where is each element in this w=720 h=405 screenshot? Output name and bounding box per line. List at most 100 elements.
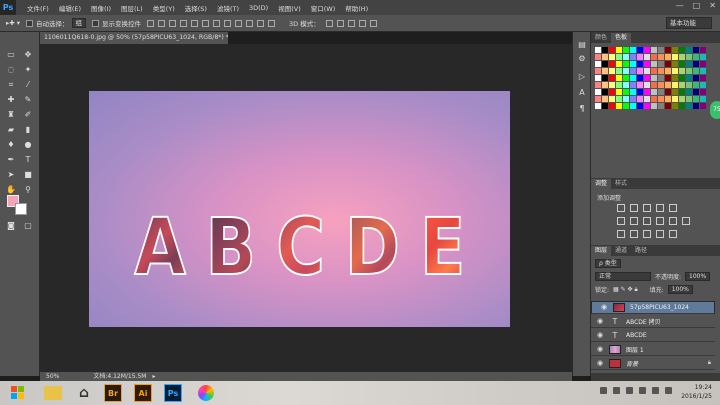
swatch[interactable] [679,82,685,88]
swatch[interactable] [665,47,671,53]
swatch[interactable] [609,75,615,81]
gradient-map-icon[interactable] [669,230,677,238]
screen-mode-icon[interactable]: ▢ [22,220,34,231]
properties-panel-icon[interactable]: ⚙ [577,54,587,64]
swatch[interactable] [686,89,692,95]
swatch[interactable] [630,103,636,109]
swatch[interactable] [644,103,650,109]
swatch[interactable] [602,82,608,88]
floating-badge[interactable]: 75 [710,101,720,119]
selective-color-icon[interactable] [656,230,664,238]
photo-filter-icon[interactable] [656,217,664,225]
swatch[interactable] [602,47,608,53]
swatch[interactable] [693,82,699,88]
swatch[interactable] [609,54,615,60]
menu-image[interactable]: 图像(I) [86,3,116,13]
swatch[interactable] [616,47,622,53]
swatch[interactable] [602,75,608,81]
distribute-bottom-icon[interactable] [235,19,243,27]
actions-panel-icon[interactable]: ▷ [577,72,587,82]
brightness-icon[interactable] [617,204,625,212]
swatch[interactable] [686,82,692,88]
swatch[interactable] [637,89,643,95]
fill-field[interactable]: 100% [667,285,693,294]
tab-adjustments[interactable]: 调整 [591,179,612,189]
swatch[interactable] [686,75,692,81]
swatch[interactable] [595,54,601,60]
swatch[interactable] [672,103,678,109]
workspace-select[interactable]: 基本功能 [666,17,712,29]
swatch[interactable] [609,47,615,53]
swatch[interactable] [616,75,622,81]
align-middle-icon[interactable] [158,19,166,27]
tab-channels[interactable]: 通道 [611,246,631,256]
swatch[interactable] [665,103,671,109]
swatch[interactable] [693,103,699,109]
swatch[interactable] [693,68,699,74]
home-icon[interactable]: ⌂ [72,382,96,404]
swatch[interactable] [658,54,664,60]
gradient-tool-icon[interactable]: ▮ [22,124,34,135]
swatch[interactable] [602,61,608,67]
tray-icon[interactable] [626,387,633,394]
dodge-tool-icon[interactable]: ● [22,139,34,150]
start-button[interactable] [6,382,30,404]
swatch[interactable] [651,96,657,102]
swatch[interactable] [595,61,601,67]
swatch[interactable] [623,89,629,95]
swatch[interactable] [665,89,671,95]
swatch[interactable] [665,75,671,81]
swatch[interactable] [686,61,692,67]
healing-brush-tool-icon[interactable]: ✚ [5,94,17,105]
swatch[interactable] [644,68,650,74]
channel-mixer-icon[interactable] [669,217,677,225]
menu-filter[interactable]: 滤镜(T) [212,3,244,13]
swatch[interactable] [616,68,622,74]
swatch[interactable] [609,103,615,109]
swatch[interactable] [700,82,706,88]
menu-window[interactable]: 窗口(W) [306,3,341,13]
swatch[interactable] [595,47,601,53]
swatch[interactable] [630,82,636,88]
keyboard-icon[interactable] [665,387,672,394]
swatch[interactable] [651,82,657,88]
swatch[interactable] [595,75,601,81]
eyedropper-tool-icon[interactable]: ⁄ [22,79,34,90]
swatch[interactable] [672,96,678,102]
swatch[interactable] [623,75,629,81]
swatch[interactable] [644,61,650,67]
swatch[interactable] [602,68,608,74]
swatch[interactable] [700,103,706,109]
swatch[interactable] [700,75,706,81]
volume-icon[interactable] [652,387,659,394]
eye-icon[interactable]: ◉ [595,345,605,353]
swatch[interactable] [637,47,643,53]
hand-tool-icon[interactable]: ✋ [5,184,17,195]
swatch[interactable] [651,68,657,74]
tray-icon[interactable] [600,387,607,394]
invert-icon[interactable] [617,230,625,238]
tab-styles[interactable]: 样式 [611,179,631,189]
swatch[interactable] [693,89,699,95]
distribute-left-icon[interactable] [246,19,254,27]
taskbar-app-photoshop[interactable]: Ps [164,384,182,402]
swatch[interactable] [693,61,699,67]
swatch[interactable] [616,54,622,60]
swatch[interactable] [623,54,629,60]
swatch[interactable] [637,82,643,88]
crop-tool-icon[interactable]: ⌗ [5,79,17,90]
opacity-field[interactable]: 100% [685,272,711,281]
swatch[interactable] [616,61,622,67]
distribute-top-icon[interactable] [213,19,221,27]
swatch[interactable] [644,89,650,95]
paragraph-panel-icon[interactable]: ¶ [577,104,587,114]
swatch[interactable] [679,47,685,53]
swatch[interactable] [595,96,601,102]
swatch[interactable] [658,89,664,95]
swatch[interactable] [602,96,608,102]
swatch[interactable] [658,61,664,67]
tab-layers[interactable]: 图层 [591,246,612,256]
hue-saturation-icon[interactable] [617,217,625,225]
background-color-swatch[interactable] [15,203,27,215]
lasso-tool-icon[interactable]: ◌ [5,64,17,75]
